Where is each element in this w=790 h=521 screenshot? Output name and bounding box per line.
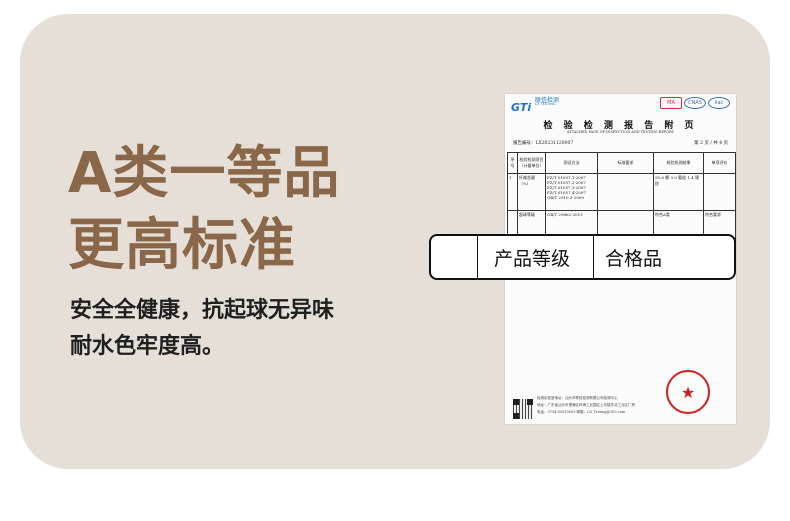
callout-label: 产品等级 [478, 236, 594, 278]
official-seal-icon: ★ [666, 370, 710, 414]
table-cell: 1 [508, 174, 518, 210]
callout-empty-cell [431, 236, 478, 278]
table-header-cell: 检验检测项目（计量单位） [518, 153, 546, 173]
description-line-1: 安全全健康，抗起球无异味 [70, 298, 335, 323]
cnas-cert-icon: CNAS [684, 97, 706, 109]
cma-cert-icon: MA [660, 97, 682, 109]
report-number: 报告编号：LX20231120007 [513, 141, 574, 146]
qr-code [513, 399, 533, 419]
table-header-cell: 检验检测结果 [654, 153, 704, 173]
table-header-cell: 单项评价 [711, 160, 728, 165]
headline-line-1: A类一等品 [68, 141, 341, 206]
report-table: 序号 检验检测项目（计量单位） 测试方法 标准要求 检验检测结果 单项评价 1 … [507, 152, 736, 243]
report-footer-line: 地址：广东省汕头市澄海区岭海工业园区上华镇东北工业区厂房 [537, 403, 635, 407]
report-subtitle: ATTACHED PAGE OF INSPECTION AND TESTING … [566, 130, 675, 134]
headline-line-2: 更高标准 [68, 213, 296, 278]
table-header-cell: 序号 [508, 153, 518, 173]
table-cell: FZ/T 01057.1-2007 FZ/T 01057.2-2007 FZ/T… [546, 174, 598, 210]
logo-subtext: LX TESTING [535, 102, 556, 106]
table-cell [704, 174, 735, 210]
callout-value: 合格品 [605, 247, 663, 270]
table-row: 1 纤维含量（%） FZ/T 01057.1-2007 FZ/T 01057.2… [508, 174, 735, 211]
lab-logo: GTi 联信检测 LX TESTING [511, 96, 559, 115]
table-cell: 纤维含量（%） [518, 174, 546, 210]
table-cell: 95.6 棉 3.0 氨纶 1.4 锦纶 [654, 174, 704, 210]
logo-mark: GTi [511, 101, 532, 114]
report-footer-line: 检测实验室地址：汕头市联信检测有限公司检测中心 [537, 396, 618, 400]
description-line-2: 耐水色牢度高。 [70, 334, 225, 359]
product-grade-callout: 产品等级 合格品 [429, 234, 736, 280]
table-cell [598, 174, 654, 210]
report-page: 第 2 页 / 共 4 页 [694, 141, 728, 146]
ilac-cert-icon: ilac [708, 97, 730, 109]
table-header-cell: 测试方法 [546, 153, 598, 173]
table-header-cell: 标准要求 [598, 153, 654, 173]
table-header-row: 序号 检验检测项目（计量单位） 测试方法 标准要求 检验检测结果 单项评价 [508, 153, 735, 174]
report-footer-line: 电话：0754-85910003 邮箱：LX_Testing@163.com [537, 410, 626, 414]
cert-marks: MA CNAS ilac [660, 97, 730, 109]
